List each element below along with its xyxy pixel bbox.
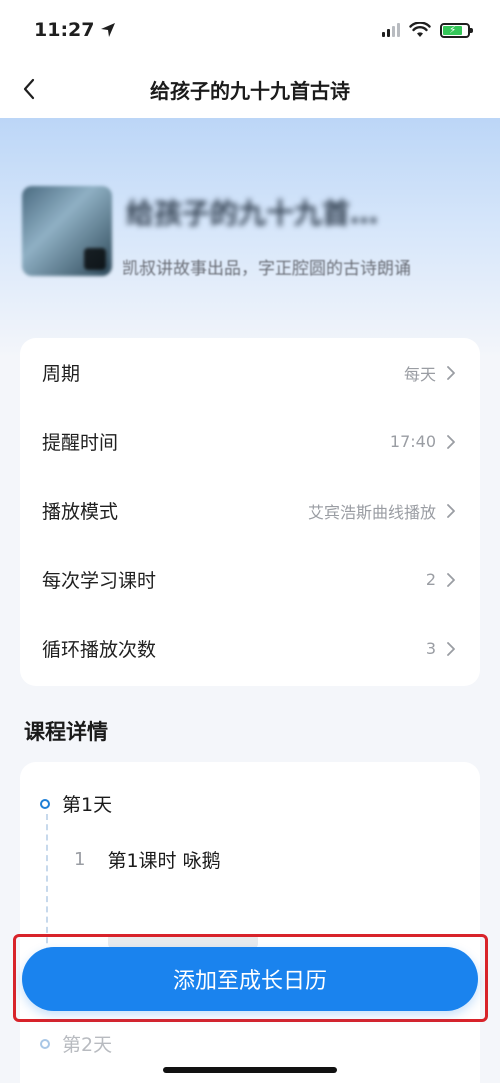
setting-label: 循环播放次数 bbox=[42, 639, 157, 661]
battery-charging-icon: ⚡ bbox=[440, 22, 473, 38]
course-details-card: 第1天 1 第1课时 咏鹅 第2天 bbox=[20, 762, 480, 1083]
battery-bolt: ⚡ bbox=[449, 24, 457, 36]
setting-label: 周期 bbox=[42, 363, 81, 385]
chevron-right-icon bbox=[447, 641, 455, 656]
setting-value: 艾宾浩斯曲线播放 bbox=[307, 502, 436, 522]
section-title-course-details: 课程详情 bbox=[24, 720, 108, 744]
chevron-right-icon bbox=[447, 503, 455, 518]
home-indicator bbox=[163, 1067, 337, 1073]
add-to-growth-calendar-button[interactable]: 添加至成长日历 bbox=[22, 947, 478, 1011]
course-header: 给孩子的九十九首… 凯叔讲故事出品，字正腔圆的古诗朗诵 bbox=[0, 118, 500, 358]
chevron-left-icon bbox=[23, 78, 35, 100]
course-title: 给孩子的九十九首… bbox=[126, 197, 379, 230]
day-1-header: 第1天 bbox=[40, 790, 112, 817]
cellular-signal-icon bbox=[382, 23, 400, 37]
back-button[interactable] bbox=[12, 72, 46, 106]
play-badge-icon bbox=[84, 248, 106, 270]
lesson-item[interactable]: 1 第1课时 咏鹅 bbox=[74, 846, 221, 873]
page-title: 给孩子的九十九首古诗 bbox=[150, 78, 350, 103]
course-description: 凯叔讲故事出品，字正腔圆的古诗朗诵 bbox=[122, 259, 411, 279]
chevron-right-icon bbox=[447, 572, 455, 587]
status-bar: 11:27 ⚡ bbox=[0, 0, 500, 60]
setting-label: 提醒时间 bbox=[42, 432, 119, 454]
setting-value: 每天 bbox=[403, 364, 436, 384]
status-indicators: ⚡ bbox=[382, 22, 473, 38]
setting-value-group: 3 bbox=[426, 639, 458, 658]
chevron-right-icon bbox=[447, 365, 455, 380]
setting-value: 3 bbox=[425, 639, 436, 658]
timeline-dot-icon bbox=[40, 1038, 50, 1049]
day-label: 第1天 bbox=[62, 794, 113, 816]
setting-value: 17:40 bbox=[389, 432, 436, 451]
lesson-title: 第1课时 咏鹅 bbox=[107, 850, 221, 872]
setting-label: 播放模式 bbox=[42, 501, 119, 523]
wifi-icon bbox=[409, 22, 431, 37]
timeline-dot-icon bbox=[40, 798, 50, 809]
course-cover-image[interactable] bbox=[22, 186, 112, 276]
setting-row-reminder-time[interactable]: 提醒时间 17:40 bbox=[20, 407, 480, 476]
setting-value-group: 艾宾浩斯曲线播放 bbox=[308, 499, 458, 523]
setting-row-loop-count[interactable]: 循环播放次数 3 bbox=[20, 614, 480, 683]
day-2-header: 第2天 bbox=[40, 1030, 112, 1057]
setting-value-group: 2 bbox=[426, 570, 458, 589]
nav-bar: 给孩子的九十九首古诗 bbox=[0, 60, 500, 118]
setting-value-group: 每天 bbox=[404, 361, 458, 385]
location-arrow-icon bbox=[101, 23, 116, 37]
status-time: 11:27 bbox=[34, 19, 116, 41]
plan-settings-card: 周期 每天 提醒时间 17:40 播放模式 艾宾浩斯曲线播放 每次学习课时 2 … bbox=[20, 338, 480, 686]
day-label: 第2天 bbox=[62, 1034, 113, 1056]
setting-value: 2 bbox=[425, 570, 436, 589]
lesson-number: 1 bbox=[74, 849, 86, 870]
chevron-right-icon bbox=[447, 434, 455, 449]
setting-row-cycle[interactable]: 周期 每天 bbox=[20, 338, 480, 407]
setting-value-group: 17:40 bbox=[390, 432, 458, 451]
status-time-text: 11:27 bbox=[34, 19, 95, 41]
setting-row-play-mode[interactable]: 播放模式 艾宾浩斯曲线播放 bbox=[20, 476, 480, 545]
setting-label: 每次学习课时 bbox=[42, 570, 157, 592]
setting-row-lessons-per-session[interactable]: 每次学习课时 2 bbox=[20, 545, 480, 614]
